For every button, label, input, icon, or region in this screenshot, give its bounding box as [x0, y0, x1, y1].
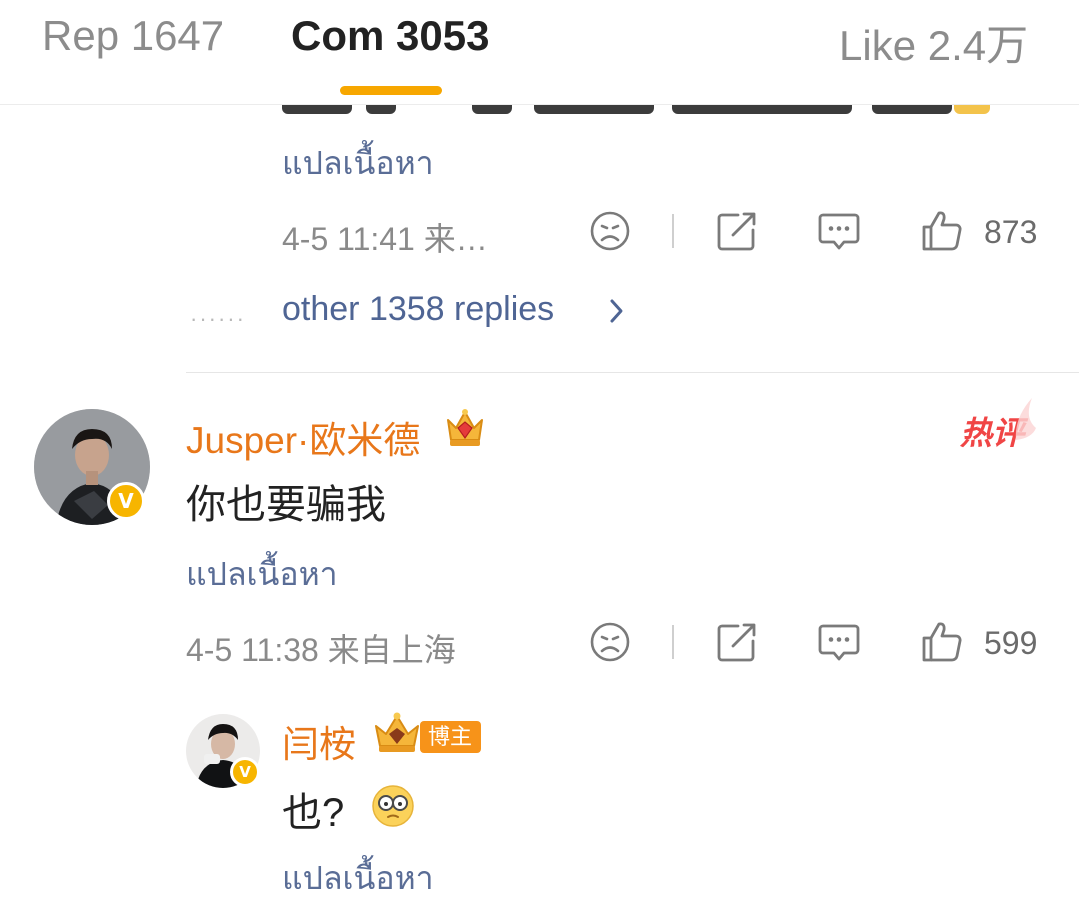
translate-link[interactable]: แปลเนื้อหา — [186, 549, 338, 600]
translate-link[interactable]: แปลเนื้อหา — [282, 138, 434, 189]
crown-icon — [442, 406, 488, 450]
comment-tabs-bar: Rep 1647 Com 3053 Like 2.4万 — [0, 0, 1079, 105]
hot-flame-decoration — [1012, 394, 1038, 442]
like-icon[interactable] — [920, 209, 964, 253]
repost-icon[interactable] — [716, 210, 758, 252]
emoji-icon — [370, 783, 416, 829]
comment-divider — [186, 372, 1079, 373]
like-count: 873 — [984, 214, 1038, 250]
comment-icon[interactable] — [817, 211, 861, 253]
like-count: 599 — [984, 625, 1038, 661]
translate-link[interactable]: แปลเนื้อหา — [282, 853, 434, 904]
dislike-icon[interactable] — [589, 621, 631, 663]
tab-comments[interactable]: Com 3053 — [291, 12, 489, 60]
comment-meta: 4-5 11:38 来自上海 — [186, 632, 456, 668]
reply-username[interactable]: 闫桉 — [282, 714, 356, 768]
tab-reposts[interactable]: Rep 1647 — [42, 12, 224, 60]
comment-icon[interactable] — [817, 622, 861, 664]
chevron-right-icon[interactable] — [606, 296, 628, 331]
comment-username[interactable]: Jusper·欧米德 — [186, 410, 420, 464]
crown-icon — [370, 710, 424, 756]
reply-text: 也? — [282, 791, 345, 835]
comment-text: 你也要骗我 — [186, 483, 386, 527]
dislike-icon[interactable] — [589, 210, 631, 252]
verified-badge: V — [107, 482, 145, 520]
more-replies-dots: ······ — [190, 306, 246, 331]
active-tab-indicator — [340, 86, 442, 95]
repost-icon[interactable] — [716, 621, 758, 663]
more-replies-link[interactable]: other 1358 replies — [282, 290, 554, 329]
comment-meta: 4-5 11:41 来… — [282, 221, 488, 257]
verified-badge: V — [230, 757, 260, 787]
action-separator — [672, 214, 674, 248]
blogger-tag: 博主 — [420, 721, 482, 753]
action-separator — [672, 625, 674, 659]
tab-likes[interactable]: Like 2.4万 — [839, 12, 1028, 73]
like-icon[interactable] — [920, 620, 964, 664]
